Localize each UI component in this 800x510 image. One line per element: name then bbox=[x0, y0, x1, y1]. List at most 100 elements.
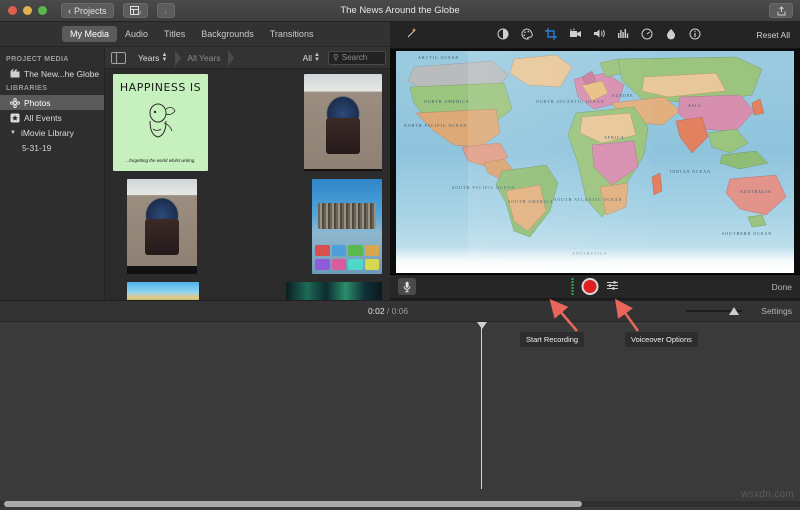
map-label-south-pacific: SOUTH PACIFIC OCEAN bbox=[452, 185, 515, 190]
tab-my-media[interactable]: My Media bbox=[62, 26, 117, 42]
viewer-canvas[interactable]: NORTH AMERICA SOUTH AMERICA EUROPE AFRIC… bbox=[390, 49, 800, 275]
media-grid-row bbox=[113, 179, 382, 274]
share-button[interactable] bbox=[769, 3, 793, 18]
sidebar-item-label: All Events bbox=[24, 113, 62, 123]
breadcrumb-all-years[interactable]: All Years bbox=[181, 50, 228, 66]
annotation-arrow-voiceover-options bbox=[610, 298, 654, 334]
filters-icon[interactable] bbox=[660, 28, 682, 43]
speed-icon[interactable] bbox=[636, 28, 658, 43]
media-item-ipad-desktop[interactable] bbox=[312, 179, 382, 274]
map-label-australia: AUSTRALIA bbox=[740, 189, 772, 194]
map-label-arctic-ocean: ARCTIC OCEAN bbox=[418, 55, 459, 60]
chevron-updown-icon: ▲▼ bbox=[161, 53, 167, 63]
disclosure-triangle-icon[interactable]: ▼ bbox=[10, 130, 16, 136]
color-balance-icon[interactable] bbox=[492, 28, 514, 43]
info-icon[interactable] bbox=[684, 28, 706, 43]
total-time: 0:06 bbox=[392, 306, 409, 316]
group-filter-dropdown[interactable]: All ▲▼ bbox=[297, 50, 328, 66]
enhance-wand-icon[interactable] bbox=[400, 27, 422, 43]
doodle-illustration bbox=[142, 101, 180, 148]
tab-audio[interactable]: Audio bbox=[117, 26, 156, 42]
title-bar: ‹ Projects ♪ ↓ The News Around the Globe bbox=[0, 0, 800, 22]
media-item-blue-can-1[interactable] bbox=[304, 74, 382, 171]
map-label-north-pacific: NORTH PACIFIC OCEAN bbox=[404, 123, 467, 128]
breadcrumb-separator bbox=[228, 50, 234, 66]
time-separator: / bbox=[387, 306, 389, 316]
tab-titles[interactable]: Titles bbox=[156, 26, 193, 42]
sidebar-item-label: iMovie Library bbox=[21, 128, 74, 138]
viewer-pane: Reset All bbox=[390, 22, 800, 300]
microphone-button[interactable] bbox=[398, 278, 416, 295]
sidebar-item-event-5-31-19[interactable]: 5-31-19 bbox=[0, 140, 104, 153]
crop-icon[interactable] bbox=[540, 28, 562, 43]
annotation-arrow-start-recording bbox=[545, 298, 585, 334]
sidebar-header-project-media: PROJECT MEDIA bbox=[0, 52, 104, 66]
playhead[interactable] bbox=[481, 322, 482, 489]
reset-all-button[interactable]: Reset All bbox=[756, 30, 790, 40]
map-label-north-atlantic: NORTH ATLANTIC OCEAN bbox=[536, 99, 605, 104]
volume-icon[interactable] bbox=[588, 28, 610, 43]
world-map-preview: NORTH AMERICA SOUTH AMERICA EUROPE AFRIC… bbox=[396, 51, 794, 273]
search-input[interactable]: ⚲ Search bbox=[328, 51, 386, 65]
media-item-game-screen[interactable] bbox=[127, 282, 199, 300]
photos-flower-icon bbox=[10, 98, 20, 108]
map-label-southern-ocean: SOUTHERN OCEAN bbox=[722, 231, 772, 236]
input-level-meter bbox=[572, 278, 574, 295]
world-map-landmasses bbox=[396, 51, 794, 273]
timeline-zoom-knob[interactable] bbox=[729, 307, 739, 315]
search-placeholder: Search bbox=[342, 53, 367, 62]
current-time: 0:02 bbox=[368, 306, 385, 316]
sidebar-panel-icon[interactable] bbox=[111, 52, 126, 64]
media-grid[interactable]: HAPPINESS IS ...forgetting the world whi… bbox=[105, 69, 390, 300]
sidebar-item-project-media[interactable]: The New...he Globe bbox=[0, 66, 104, 81]
sidebar-item-label: Photos bbox=[24, 98, 50, 108]
timeline-settings-button[interactable]: Settings bbox=[761, 306, 792, 316]
sidebar-item-label: The New...he Globe bbox=[24, 69, 99, 79]
group-filter-label: All bbox=[303, 53, 312, 63]
chevron-updown-icon: ▲▼ bbox=[314, 53, 320, 63]
viewer-toolbar: Reset All bbox=[390, 22, 800, 49]
voiceover-controls bbox=[572, 278, 619, 296]
voiceover-options-sliders-icon[interactable] bbox=[607, 278, 619, 296]
happiness-title: HAPPINESS IS bbox=[120, 81, 201, 94]
timecode-display: 0:02 / 0:06 bbox=[368, 306, 408, 316]
map-label-indian-ocean: INDIAN OCEAN bbox=[670, 169, 711, 174]
movie-clapper-icon bbox=[10, 69, 20, 79]
timeline-horizontal-scrollbar[interactable] bbox=[4, 501, 582, 507]
sidebar-item-imovie-library[interactable]: ▼ iMovie Library bbox=[0, 125, 104, 140]
voiceover-bar: Done bbox=[390, 275, 800, 299]
tab-transitions[interactable]: Transitions bbox=[262, 26, 322, 42]
timeline[interactable]: ⧉ 4.2s – VO-3: The News Around the Globe… bbox=[0, 322, 800, 510]
microphone-icon bbox=[403, 281, 411, 293]
media-grid-row bbox=[113, 282, 382, 300]
share-up-arrow-icon bbox=[777, 6, 786, 16]
map-label-south-atlantic: SOUTH ATLANTIC OCEAN bbox=[554, 197, 622, 202]
imovie-window: ‹ Projects ♪ ↓ The News Around the Globe… bbox=[0, 0, 800, 510]
voiceover-done-button[interactable]: Done bbox=[772, 282, 792, 292]
media-browser-tabs: My Media Audio Titles Backgrounds Transi… bbox=[0, 22, 390, 47]
happiness-caption: ...forgetting the world whilst writing. bbox=[125, 158, 195, 171]
media-item-happiness-card[interactable]: HAPPINESS IS ...forgetting the world whi… bbox=[113, 74, 208, 171]
media-item-aurora[interactable] bbox=[286, 282, 382, 300]
map-label-asia: ASIA bbox=[688, 103, 701, 108]
annotation-label-voiceover-options: Voiceover Options bbox=[625, 332, 698, 347]
timeline-control-strip: 0:02 / 0:06 Settings bbox=[0, 300, 800, 322]
tab-backgrounds[interactable]: Backgrounds bbox=[193, 26, 262, 42]
breadcrumb-years[interactable]: Years ▲▼ bbox=[132, 50, 175, 66]
media-item-blue-can-2[interactable] bbox=[127, 179, 197, 274]
stabilization-icon[interactable] bbox=[564, 28, 586, 43]
window-title: The News Around the Globe bbox=[0, 5, 800, 16]
breadcrumb-label: Years bbox=[138, 53, 159, 63]
star-events-icon bbox=[10, 113, 20, 123]
noise-reduction-icon[interactable] bbox=[612, 28, 634, 43]
map-label-north-america: NORTH AMERICA bbox=[424, 99, 470, 104]
record-button[interactable] bbox=[582, 278, 599, 295]
sidebar-header-libraries: LIBRARIES bbox=[0, 81, 104, 95]
antarctic-ice-shelf bbox=[396, 247, 794, 273]
sidebar-item-all-events[interactable]: All Events bbox=[0, 110, 104, 125]
media-filter-bar: Years ▲▼ All Years All ▲▼ ⚲ Search bbox=[105, 47, 390, 69]
annotation-label-start-recording: Start Recording bbox=[520, 332, 584, 347]
map-label-africa: AFRICA bbox=[604, 135, 625, 140]
sidebar-item-photos[interactable]: Photos bbox=[0, 95, 104, 110]
color-correction-icon[interactable] bbox=[516, 28, 538, 43]
